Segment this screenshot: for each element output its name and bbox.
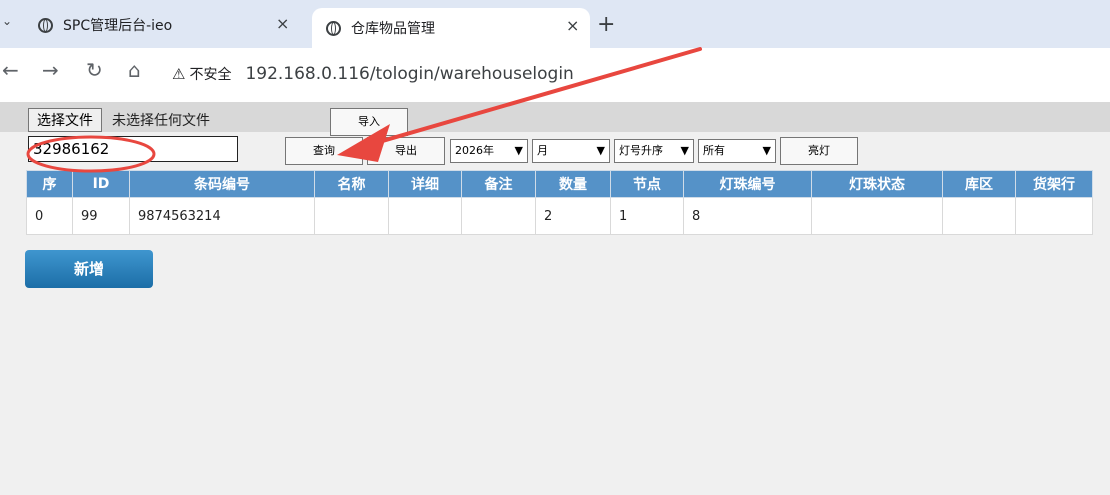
light-button[interactable]: 亮灯	[780, 137, 858, 165]
column-header[interactable]: 库区	[942, 170, 1016, 198]
column-header[interactable]: 名称	[314, 170, 389, 198]
column-header[interactable]: 货架行	[1015, 170, 1093, 198]
month-select[interactable]: 月 ▼	[532, 139, 610, 163]
column-header[interactable]: 节点	[610, 170, 684, 198]
month-select-value: 月	[537, 144, 548, 157]
home-icon[interactable]: ⌂	[128, 58, 141, 82]
query-button[interactable]: 查询	[285, 137, 363, 165]
column-header[interactable]: 灯珠编号	[683, 170, 812, 198]
file-status-text: 未选择任何文件	[112, 113, 210, 129]
forward-icon[interactable]: →	[42, 58, 59, 82]
column-header[interactable]: 数量	[535, 170, 611, 198]
url-text: 192.168.0.116/tologin/warehouselogin	[245, 64, 574, 84]
chevron-down-icon: ▼	[514, 144, 523, 157]
close-tab-icon[interactable]: ×	[566, 16, 579, 35]
chevron-down-icon: ▼	[762, 144, 771, 157]
column-header[interactable]: 序	[26, 170, 73, 198]
column-header[interactable]: 备注	[461, 170, 536, 198]
table-cell	[314, 197, 389, 235]
year-select-value: 2026年	[455, 144, 494, 157]
tab-spc-admin[interactable]: SPC管理后台-ieo ×	[24, 8, 306, 42]
table-cell: 2	[535, 197, 611, 235]
security-label[interactable]: 不安全	[189, 64, 231, 84]
address-bar-row: ← → ↻ ⌂ ⚠ 不安全 192.168.0.116/tologin/ware…	[0, 48, 1110, 102]
items-table: 序 ID 条码编号 名称 详细 备注 数量 节点 灯珠编号 灯珠状态 库区 货架…	[26, 170, 1093, 235]
export-button[interactable]: 导出	[367, 137, 445, 165]
warning-icon: ⚠	[172, 65, 186, 83]
choose-file-button[interactable]: 选择文件	[28, 108, 102, 132]
chevron-down-icon: ▼	[596, 144, 605, 157]
table-cell	[388, 197, 462, 235]
sort-select[interactable]: 灯号升序 ▼	[614, 139, 694, 163]
globe-icon	[38, 17, 53, 33]
close-tab-icon[interactable]: ×	[276, 14, 289, 33]
year-select[interactable]: 2026年 ▼	[450, 139, 528, 163]
table-cell	[811, 197, 943, 235]
url-field[interactable]: ⚠ 不安全 192.168.0.116/tologin/warehouselog…	[172, 59, 574, 89]
column-header[interactable]: 灯珠状态	[811, 170, 943, 198]
table-cell: 0	[26, 197, 73, 235]
table-header-row: 序 ID 条码编号 名称 详细 备注 数量 节点 灯珠编号 灯珠状态 库区 货架…	[26, 170, 1093, 198]
column-header[interactable]: 条码编号	[129, 170, 315, 198]
chevron-down-icon: ▼	[680, 144, 689, 157]
page-content: 选择文件 未选择任何文件 导入 查询 导出 2026年▼ 月▼ 灯号升序▼ 所有…	[0, 102, 1110, 495]
table-cell	[461, 197, 536, 235]
table-cell: 99	[72, 197, 130, 235]
filter-select[interactable]: 所有 ▼	[698, 139, 776, 163]
table-cell	[1015, 197, 1093, 235]
browser-tab-bar: ⌄ SPC管理后台-ieo × 仓库物品管理 × +	[0, 0, 1110, 48]
tab-title: 仓库物品管理	[351, 21, 435, 37]
table-cell: 8	[683, 197, 812, 235]
back-icon[interactable]: ←	[2, 58, 19, 82]
column-header[interactable]: ID	[72, 170, 130, 198]
sort-select-value: 灯号升序	[619, 144, 663, 157]
reload-icon[interactable]: ↻	[86, 58, 103, 82]
table-cell: 9874563214	[129, 197, 315, 235]
tab-dropdown-icon[interactable]: ⌄	[2, 14, 12, 28]
table-cell: 1	[610, 197, 684, 235]
import-button[interactable]: 导入	[330, 108, 408, 136]
table-cell	[942, 197, 1016, 235]
filter-select-value: 所有	[703, 144, 725, 157]
column-header[interactable]: 详细	[388, 170, 462, 198]
tab-warehouse[interactable]: 仓库物品管理 ×	[312, 8, 590, 48]
globe-icon	[326, 20, 341, 36]
tab-title: SPC管理后台-ieo	[63, 18, 173, 34]
search-input[interactable]	[28, 136, 238, 162]
add-button[interactable]: 新增	[25, 250, 153, 288]
table-row[interactable]: 0 99 9874563214 2 1 8	[26, 197, 1093, 235]
new-tab-icon[interactable]: +	[597, 12, 615, 37]
